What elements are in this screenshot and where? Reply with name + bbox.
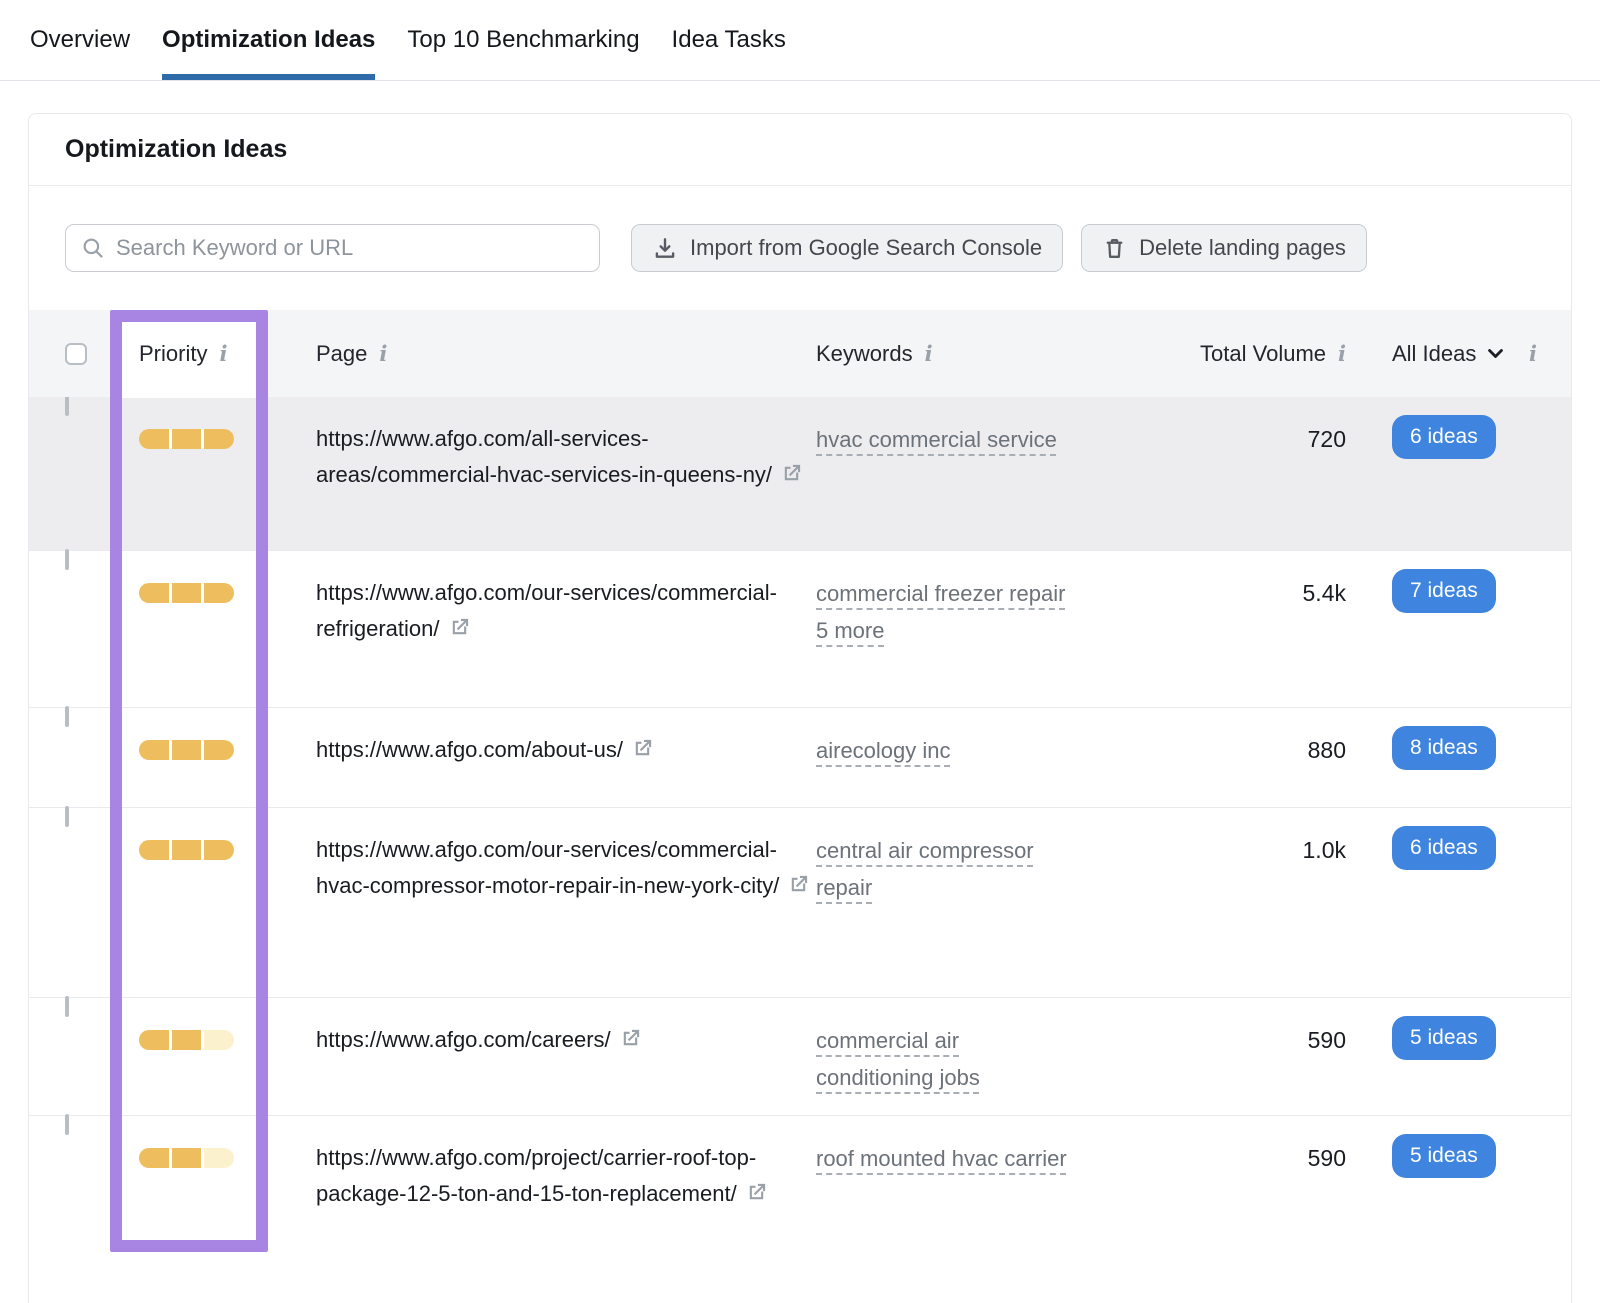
keyword-link[interactable]: roof mounted hvac carrier	[816, 1140, 1078, 1177]
total-volume-value: 590	[1166, 998, 1346, 1058]
external-link-icon[interactable]	[745, 1179, 768, 1215]
total-volume-header-label: Total Volume	[1200, 341, 1326, 367]
total-volume-value: 590	[1166, 1116, 1346, 1176]
page-url: https://www.afgo.com/all-services-areas/…	[316, 426, 772, 487]
priority-indicator	[139, 429, 234, 449]
priority-indicator	[139, 840, 234, 860]
total-volume-value: 5.4k	[1166, 551, 1346, 611]
page-title: Optimization Ideas	[65, 135, 287, 164]
external-link-icon[interactable]	[787, 871, 810, 907]
priority-indicator	[139, 1148, 234, 1168]
toolbar: Import from Google Search Console Delete…	[29, 186, 1571, 310]
search-input[interactable]	[116, 235, 585, 261]
row-checkbox[interactable]	[65, 549, 69, 570]
priority-indicator	[139, 1030, 234, 1050]
table-header-row: Priority i Page i Keywords i Total Volum…	[29, 310, 1571, 397]
card-header: Optimization Ideas	[29, 114, 1571, 186]
external-link-icon[interactable]	[619, 1025, 642, 1061]
total-volume-value: 720	[1166, 397, 1346, 457]
row-checkbox[interactable]	[65, 1114, 69, 1135]
total-volume-value: 1.0k	[1166, 808, 1346, 868]
ideas-button[interactable]: 5 ideas	[1392, 1016, 1496, 1060]
column-header-page: Page i	[316, 341, 816, 367]
tab-idea-tasks[interactable]: Idea Tasks	[672, 0, 786, 80]
page-url: https://www.afgo.com/project/carrier-roo…	[316, 1145, 756, 1206]
all-ideas-filter-label[interactable]: All Ideas	[1392, 341, 1476, 367]
priority-indicator	[139, 740, 234, 760]
keyword-link[interactable]: airecology inc	[816, 732, 1078, 769]
page-url: https://www.afgo.com/careers/	[316, 1027, 611, 1052]
keywords-header-label: Keywords	[816, 341, 913, 367]
ideas-button[interactable]: 6 ideas	[1392, 826, 1496, 870]
row-checkbox[interactable]	[65, 996, 69, 1017]
info-icon[interactable]: i	[1529, 343, 1537, 364]
ideas-button[interactable]: 6 ideas	[1392, 415, 1496, 459]
priority-indicator	[139, 583, 234, 603]
tab-optimization-ideas[interactable]: Optimization Ideas	[162, 0, 375, 80]
keyword-link[interactable]: central air compressor repair	[816, 832, 1078, 906]
ideas-button[interactable]: 8 ideas	[1392, 726, 1496, 770]
external-link-icon[interactable]	[631, 735, 654, 771]
priority-header-label: Priority	[139, 341, 207, 367]
trash-icon	[1102, 236, 1127, 261]
import-gsc-button[interactable]: Import from Google Search Console	[631, 224, 1063, 272]
row-checkbox[interactable]	[65, 395, 69, 416]
delete-landing-pages-label: Delete landing pages	[1139, 235, 1346, 261]
keyword-link[interactable]: hvac commercial service	[816, 421, 1078, 458]
page-url: https://www.afgo.com/our-services/commer…	[316, 580, 777, 641]
download-icon	[652, 235, 678, 261]
ideas-button[interactable]: 7 ideas	[1392, 569, 1496, 613]
table-row: https://www.afgo.com/project/carrier-roo…	[29, 1115, 1571, 1280]
external-link-icon[interactable]	[780, 460, 803, 496]
column-header-priority: Priority i	[139, 341, 316, 367]
tab-overview[interactable]: Overview	[30, 0, 130, 80]
row-checkbox[interactable]	[65, 706, 69, 727]
info-icon[interactable]: i	[925, 343, 933, 364]
page-url: https://www.afgo.com/our-services/commer…	[316, 837, 779, 898]
column-header-total-volume: Total Volume i	[1166, 341, 1346, 367]
ideas-button[interactable]: 5 ideas	[1392, 1134, 1496, 1178]
page-url: https://www.afgo.com/about-us/	[316, 737, 623, 762]
external-link-icon[interactable]	[448, 614, 471, 650]
info-icon[interactable]: i	[1338, 343, 1346, 364]
select-all-checkbox[interactable]	[65, 343, 87, 365]
column-header-all-ideas: All Ideas i	[1346, 341, 1537, 367]
info-icon[interactable]: i	[379, 343, 387, 364]
total-volume-value: 880	[1166, 708, 1346, 768]
more-keywords-link[interactable]: 5 more	[816, 612, 1078, 649]
table-row: https://www.afgo.com/all-services-areas/…	[29, 397, 1571, 550]
search-icon	[80, 235, 106, 261]
column-header-keywords: Keywords i	[816, 341, 1166, 367]
table-row: https://www.afgo.com/careers/ commercial…	[29, 997, 1571, 1115]
table-row: https://www.afgo.com/our-services/commer…	[29, 550, 1571, 707]
page-header-label: Page	[316, 341, 367, 367]
keyword-link[interactable]: commercial freezer repair	[816, 575, 1078, 612]
keyword-link[interactable]: commercial air conditioning jobs	[816, 1022, 1078, 1096]
row-checkbox[interactable]	[65, 806, 69, 827]
delete-landing-pages-button[interactable]: Delete landing pages	[1081, 224, 1367, 272]
search-box	[65, 224, 600, 272]
table-row: https://www.afgo.com/our-services/commer…	[29, 807, 1571, 997]
chevron-down-icon[interactable]	[1486, 344, 1505, 363]
info-icon[interactable]: i	[219, 343, 227, 364]
tab-top10-benchmarking[interactable]: Top 10 Benchmarking	[407, 0, 639, 80]
optimization-ideas-card: Optimization Ideas Import from Google Se…	[28, 113, 1572, 1303]
import-gsc-label: Import from Google Search Console	[690, 235, 1042, 261]
tab-bar: Overview Optimization Ideas Top 10 Bench…	[0, 0, 1600, 81]
table-row: https://www.afgo.com/about-us/ airecolog…	[29, 707, 1571, 807]
